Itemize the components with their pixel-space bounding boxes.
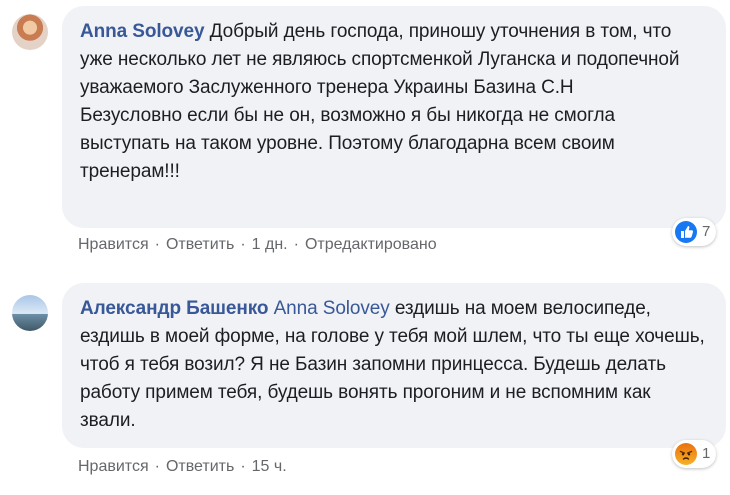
mention-link[interactable]: Anna Solovey — [274, 298, 390, 319]
reaction-count: 1 — [702, 445, 711, 462]
comment-text-continued: Безусловно если бы не он, возможно я бы … — [80, 105, 615, 182]
like-link[interactable]: Нравится — [78, 458, 149, 475]
timestamp-link[interactable]: 15 ч. — [252, 458, 287, 475]
separator: · — [154, 458, 160, 475]
reaction-summary[interactable]: 1 — [672, 440, 717, 468]
comment-bubble: Anna Solovey Добрый день господа, принош… — [62, 6, 726, 228]
reaction-summary[interactable]: 7 — [672, 218, 717, 246]
comment-bubble: Александр Башенко Anna Solovey ездишь на… — [62, 283, 726, 448]
separator: · — [154, 236, 160, 253]
separator: · — [240, 236, 246, 253]
like-icon — [675, 221, 697, 243]
comment-author[interactable]: Александр Башенко — [80, 298, 269, 319]
comment-actions: Нравится · Ответить · 1 дн. · Отредактировано — [78, 236, 437, 254]
separator: · — [293, 236, 299, 253]
separator: · — [240, 458, 246, 475]
comment-actions: Нравится · Ответить · 15 ч. — [78, 458, 287, 476]
comment-author[interactable]: Anna Solovey — [80, 21, 205, 42]
reaction-count: 7 — [702, 223, 711, 240]
avatar[interactable] — [12, 14, 48, 50]
reply-link[interactable]: Ответить — [166, 236, 234, 253]
edited-label[interactable]: Отредактировано — [305, 236, 437, 253]
like-link[interactable]: Нравится — [78, 236, 149, 253]
reply-link[interactable]: Ответить — [166, 458, 234, 475]
avatar[interactable] — [12, 295, 48, 331]
angry-icon — [675, 443, 697, 465]
timestamp-link[interactable]: 1 дн. — [252, 236, 288, 253]
